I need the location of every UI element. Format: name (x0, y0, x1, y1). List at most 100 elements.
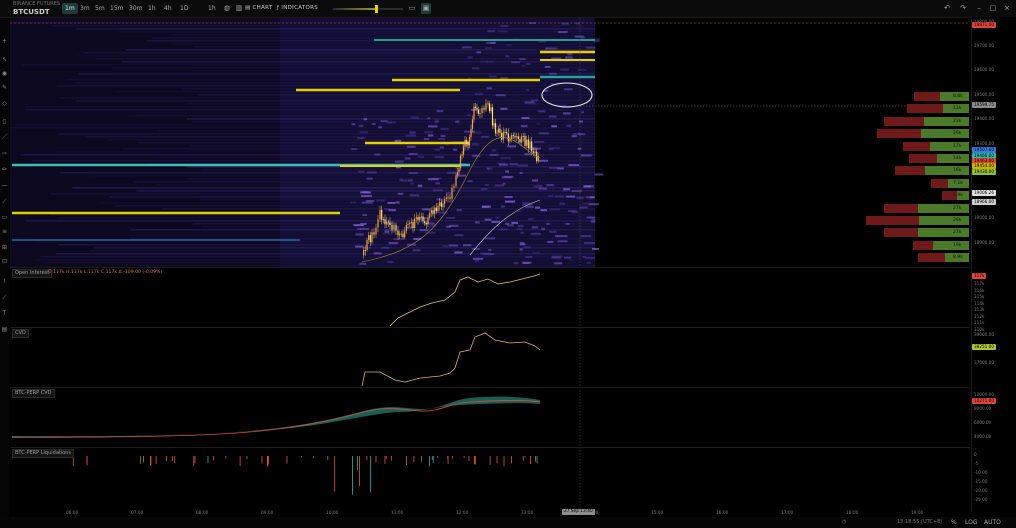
eye-tool-icon[interactable]: ◉ (0, 70, 9, 78)
heatmap-cell (481, 135, 489, 138)
layout-icon[interactable]: ▣ (421, 3, 431, 14)
heatmap-cell (422, 208, 431, 211)
note-tool-icon[interactable]: ▤ (0, 326, 9, 334)
globe-icon[interactable]: ◍ (222, 3, 232, 14)
heatmap-cell (373, 252, 382, 255)
slider-knob[interactable] (375, 5, 379, 13)
slider-reset-icon[interactable]: ▭ (407, 3, 417, 14)
cvd-label[interactable]: CVD (12, 329, 29, 338)
heatmap-band (32, 160, 595, 162)
redo-icon[interactable]: ↷ (958, 3, 968, 14)
fullscreen-icon[interactable]: □ (988, 3, 998, 14)
chart-button[interactable]: ▤ CHART (245, 3, 273, 14)
heatmap-intensity-slider[interactable] (333, 5, 403, 13)
time-tick-label: 06:00 (66, 511, 79, 516)
timeframe-30m[interactable]: 30m (126, 3, 145, 14)
heatmap-cell (504, 175, 514, 178)
candle-body (459, 155, 462, 169)
heatmap-band (190, 145, 596, 147)
cursor-tool-icon[interactable]: ↖ (0, 56, 9, 64)
price-tag: 18966.00 (972, 199, 996, 205)
timeframe-3m[interactable]: 3m (77, 3, 93, 14)
timeframe-1h[interactable]: 1h (145, 3, 159, 14)
fib-tool-icon[interactable]: ≡ (0, 228, 9, 236)
heatmap-cell (532, 251, 540, 254)
open-interest-label[interactable]: Open Interest (12, 269, 53, 278)
candle-body (400, 233, 402, 235)
volume-profile-label: 19k (953, 242, 962, 248)
heatmap-cell (553, 262, 563, 265)
candle-type-icon[interactable]: ▥ (234, 3, 244, 14)
heatmap-cell (359, 131, 368, 134)
heatmap-cell (505, 200, 516, 203)
rectangle-tool-icon[interactable]: ▭ (0, 214, 9, 222)
heatmap-cell (538, 132, 550, 135)
timeframe-4h[interactable]: 4h (161, 3, 175, 14)
heatmap-cell (427, 117, 431, 120)
line-tool-icon[interactable]: ／ (0, 134, 9, 142)
volume-profile-sell-bar (912, 240, 934, 250)
auto-toggle[interactable]: AUTO (984, 519, 1001, 526)
crosshair-tool-icon[interactable]: + (0, 38, 9, 46)
liquidation-bar (447, 456, 449, 464)
heatmap-cell (582, 255, 586, 258)
heatmap-cell (519, 243, 526, 246)
chart-canvas[interactable] (0, 0, 1016, 528)
hline-tool-icon[interactable]: — (0, 182, 9, 190)
trendline-tool-icon[interactable]: ⟋ (0, 294, 9, 302)
timeframe-5m[interactable]: 5m (92, 3, 108, 14)
perp-cvd-label[interactable]: BTC-PERP CVD (12, 389, 55, 398)
ruler-tool-icon[interactable]: ⟋ (0, 198, 9, 206)
arrow-tool-icon[interactable]: ⇨ (0, 150, 9, 158)
heatmap-cell (520, 231, 524, 234)
close-icon[interactable]: × (1002, 3, 1012, 14)
oi-tick-label: 113k (974, 307, 985, 312)
text-tool-icon[interactable]: T (0, 310, 9, 318)
candle-body (476, 107, 478, 110)
pane-separator[interactable] (10, 387, 970, 388)
heatmap-cell (547, 47, 558, 50)
liq-tick-label: -20.00 (974, 488, 988, 493)
lock-tool-icon[interactable]: ⊡ (0, 258, 9, 266)
shape-tool-icon[interactable]: ◇ (0, 100, 9, 108)
pane-separator[interactable] (10, 447, 970, 448)
heatmap-cell (361, 195, 372, 198)
heatmap-band (187, 178, 595, 180)
info-tool-icon[interactable]: ! (0, 278, 9, 286)
log-toggle[interactable]: LOG (965, 519, 978, 526)
measure-tool-icon[interactable]: ⊞ (0, 244, 9, 252)
heatmap-cell (544, 65, 551, 68)
symbol-header[interactable]: BINANCE FUTURES BTCUSDT (13, 1, 60, 16)
price-tick-label: 19500.00 (974, 92, 994, 97)
timeframe-1D[interactable]: 1D (177, 3, 191, 14)
time-tick-label: 08:00 (196, 511, 209, 516)
minimize-icon[interactable]: – (974, 3, 984, 14)
liquidation-bar (437, 456, 439, 459)
heatmap-cell (472, 257, 483, 260)
timezone-clock[interactable]: 13:18:55 (UTC+8) (897, 519, 942, 525)
pane-separator[interactable] (10, 327, 970, 328)
heatmap-cell (474, 259, 480, 262)
heatmap-cell (557, 235, 568, 238)
pane-separator[interactable] (10, 267, 970, 268)
heatmap-band (56, 253, 596, 255)
cvd-line (361, 332, 541, 387)
time-tick-label: 13:00 (521, 511, 534, 516)
percent-toggle[interactable]: % (951, 519, 957, 526)
liquidation-bar (406, 456, 407, 466)
candle-body (373, 232, 375, 235)
liquidations-label[interactable]: BTC-PERP Liquidations (12, 449, 75, 458)
heatmap-cell (462, 46, 472, 49)
pencil-tool-icon[interactable]: ✏ (0, 166, 9, 174)
indicators-button[interactable]: ƒ INDICATORS (277, 3, 318, 14)
trash-tool-icon[interactable]: ▯ (0, 118, 9, 126)
brush-tool-icon[interactable]: ✎ (0, 84, 9, 92)
timeframe-15m[interactable]: 15m (107, 3, 126, 14)
timeframe-1m[interactable]: 1m (62, 3, 78, 14)
heatmap-band (57, 133, 595, 135)
heatmap-cell (410, 116, 419, 119)
undo-icon[interactable]: ↶ (942, 3, 952, 14)
heatmap-cell (357, 137, 365, 140)
interval-button[interactable]: 1h (205, 3, 219, 14)
candle-body (368, 235, 370, 240)
